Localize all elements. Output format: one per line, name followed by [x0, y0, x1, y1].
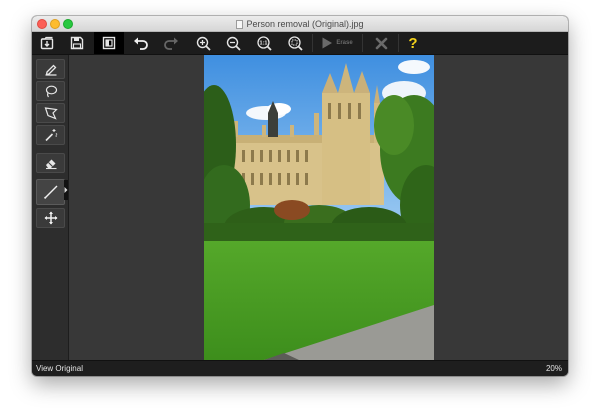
- status-bar: View Original 20%: [32, 360, 568, 376]
- actual-size-button[interactable]: 1:1: [251, 32, 277, 54]
- app-window: Person removal (Original).jpg 1:1 Erase …: [32, 16, 568, 376]
- eraser-icon: [45, 159, 56, 170]
- lasso-tool-button[interactable]: [36, 81, 65, 101]
- undo-button[interactable]: [128, 32, 154, 54]
- photo-canvas[interactable]: [204, 55, 434, 360]
- save-button[interactable]: [64, 32, 90, 54]
- palace-photo: [204, 55, 434, 360]
- compare-icon: [102, 36, 116, 50]
- compare-button[interactable]: [94, 32, 124, 54]
- erase-button[interactable]: Erase: [316, 32, 358, 54]
- toolbar: 1:1 Erase ?: [32, 32, 568, 55]
- zoom-out-icon: [226, 36, 241, 51]
- window-title-group: Person removal (Original).jpg: [32, 16, 568, 32]
- open-file-icon: [40, 36, 54, 50]
- fit-screen-button[interactable]: [282, 32, 308, 54]
- zoom-level: 20%: [545, 364, 562, 373]
- actual-size-icon: 1:1: [256, 35, 272, 51]
- line-icon: [43, 185, 57, 199]
- lasso-icon: [45, 85, 57, 98]
- magic-wand-tool-button[interactable]: [36, 125, 65, 145]
- play-icon: [322, 37, 333, 49]
- line-tool-options-arrow[interactable]: [64, 180, 68, 200]
- toolbar-separator: [362, 34, 363, 52]
- help-icon: ?: [408, 34, 418, 52]
- open-button[interactable]: [34, 32, 60, 54]
- zoom-in-button[interactable]: [190, 32, 216, 54]
- cancel-icon: [375, 37, 387, 49]
- marker-icon: [45, 64, 56, 76]
- move-icon: [44, 211, 57, 225]
- title-bar: Person removal (Original).jpg: [32, 16, 568, 32]
- toolbar-separator: [312, 34, 313, 52]
- magic-wand-icon: [44, 129, 57, 142]
- document-icon: [236, 19, 244, 29]
- erase-label: Erase: [336, 40, 353, 46]
- marker-tool-button[interactable]: [36, 59, 65, 79]
- zoom-in-icon: [196, 36, 211, 51]
- move-tool-button[interactable]: [36, 208, 65, 228]
- redo-icon: [164, 37, 178, 50]
- caret-right-icon: [64, 187, 68, 193]
- polygon-lasso-icon: [44, 107, 58, 120]
- save-icon: [70, 36, 84, 50]
- polygon-lasso-tool-button[interactable]: [36, 103, 65, 123]
- fit-screen-icon: [287, 35, 303, 51]
- help-button[interactable]: ?: [400, 32, 426, 54]
- line-tool-button[interactable]: [36, 179, 68, 205]
- zoom-out-button[interactable]: [220, 32, 246, 54]
- tool-sidebar: [32, 55, 69, 360]
- toolbar-separator: [398, 34, 399, 52]
- window-title: Person removal (Original).jpg: [246, 19, 364, 29]
- undo-icon: [134, 37, 148, 50]
- redo-button[interactable]: [158, 32, 184, 54]
- actual-size-label: 1:1: [259, 40, 267, 46]
- canvas-area[interactable]: [69, 55, 568, 360]
- view-mode-label: View Original: [36, 364, 83, 373]
- eraser-tool-button[interactable]: [36, 153, 65, 173]
- cancel-button[interactable]: [368, 32, 394, 54]
